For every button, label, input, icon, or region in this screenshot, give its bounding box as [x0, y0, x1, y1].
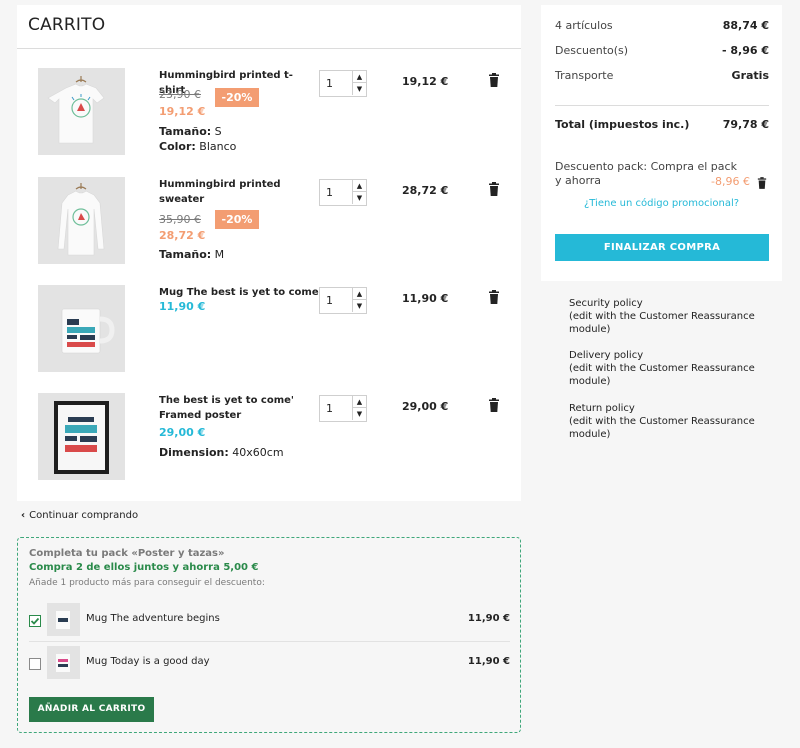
summary-total-label: Total (impuestos inc.): [555, 118, 690, 131]
product-name[interactable]: Mug The best is yet to come: [159, 285, 319, 300]
cart-item: Hummingbird printed sweater 35,90 € -20%…: [17, 177, 521, 285]
pack-product-price: 11,90 €: [467, 656, 510, 667]
promo-code-link[interactable]: ¿Tiene un código promocional?: [541, 198, 782, 209]
old-price: 23,90 €: [159, 88, 201, 101]
pack-title: Completa tu pack «Poster y tazas»: [29, 548, 225, 559]
reassurance-return: Return policy (edit with the Customer Re…: [541, 402, 781, 441]
quantity-down-icon[interactable]: ▼: [352, 83, 366, 95]
quantity-up-icon[interactable]: ▲: [352, 396, 366, 408]
trash-icon[interactable]: [488, 398, 500, 412]
trash-icon[interactable]: [488, 290, 500, 304]
quantity-stepper: ▲ ▼: [319, 395, 367, 422]
discount-badge: -20%: [215, 210, 259, 229]
quantity-input[interactable]: [320, 71, 352, 96]
line-total: 11,90 €: [402, 292, 449, 305]
attribute-size: Tamaño: M: [159, 248, 225, 261]
line-total: 29,00 €: [402, 400, 449, 413]
product-image-tshirt[interactable]: [38, 68, 125, 155]
quantity-stepper: ▲ ▼: [319, 287, 367, 314]
summary-divider: [555, 105, 769, 106]
current-price: 28,72 €: [159, 229, 206, 242]
cart-item: Mug The best is yet to come 11,90 € ▲ ▼ …: [17, 285, 521, 393]
reassurance-delivery: Delivery policy (edit with the Customer …: [541, 349, 781, 388]
reassurance-desc: (edit with the Customer Reassurance modu…: [569, 311, 755, 335]
pack-product-checkbox[interactable]: [29, 615, 41, 627]
quantity-up-icon[interactable]: ▲: [352, 288, 366, 300]
quantity-input[interactable]: [320, 288, 352, 313]
pack-divider: [29, 641, 510, 642]
pack-product-row: Mug Today is a good day 11,90 €: [29, 646, 510, 682]
reassurance-desc: (edit with the Customer Reassurance modu…: [569, 363, 755, 387]
reassurance-desc: (edit with the Customer Reassurance modu…: [569, 416, 755, 440]
product-image-sweater[interactable]: [38, 177, 125, 264]
pack-product-name: Mug Today is a good day: [86, 656, 210, 667]
pack-product-image[interactable]: [47, 603, 80, 636]
reassurance-title: Security policy: [569, 298, 643, 309]
attribute-dimension: Dimension: 40x60cm: [159, 446, 284, 459]
remove-discount-icon[interactable]: [757, 177, 767, 189]
product-name[interactable]: Hummingbird printed sweater: [159, 177, 319, 207]
cart-summary: 4 artículos 88,74 € Descuento(s) - 8,96 …: [541, 5, 782, 281]
checkout-button[interactable]: FINALIZAR COMPRA: [555, 234, 769, 261]
current-price: 19,12 €: [159, 105, 206, 118]
cart-item: The best is yet to come' Framed poster 2…: [17, 393, 521, 501]
pack-product-image[interactable]: [47, 646, 80, 679]
cart-divider: [17, 48, 521, 49]
pack-product-price: 11,90 €: [467, 613, 510, 624]
add-to-cart-button[interactable]: AÑADIR AL CARRITO: [29, 697, 154, 722]
pack-product-checkbox[interactable]: [29, 658, 41, 670]
quantity-down-icon[interactable]: ▼: [352, 192, 366, 204]
attribute-color: Color: Blanco: [159, 140, 237, 153]
reassurance-title: Delivery policy: [569, 350, 644, 361]
quantity-stepper: ▲ ▼: [319, 70, 367, 97]
quantity-input[interactable]: [320, 180, 352, 205]
continue-shopping-link[interactable]: ‹ Continuar comprando: [21, 510, 138, 521]
quantity-down-icon[interactable]: ▼: [352, 408, 366, 420]
line-total: 19,12 €: [402, 75, 449, 88]
cart-item: Hummingbird printed t-shirt 23,90 € -20%…: [17, 68, 521, 176]
trash-icon[interactable]: [488, 182, 500, 196]
product-image-mug[interactable]: [38, 285, 125, 372]
quantity-down-icon[interactable]: ▼: [352, 300, 366, 312]
quantity-up-icon[interactable]: ▲: [352, 180, 366, 192]
line-total: 28,72 €: [402, 184, 449, 197]
product-image-poster[interactable]: [38, 393, 125, 480]
pack-product-name: Mug The adventure begins: [86, 613, 220, 624]
reassurance-security: Security policy (edit with the Customer …: [541, 297, 781, 336]
continue-shopping-label: Continuar comprando: [29, 510, 139, 521]
quantity-stepper: ▲ ▼: [319, 179, 367, 206]
cart-title: CARRITO: [28, 15, 106, 35]
summary-shipping-label: Transporte: [555, 69, 614, 82]
product-name[interactable]: The best is yet to come' Framed poster: [159, 393, 319, 423]
cart-panel: CARRITO Hummingbird printed t-shirt 23,9…: [17, 5, 521, 501]
summary-items-value: 88,74 €: [722, 19, 769, 32]
pack-hint: Añade 1 producto más para conseguir el d…: [29, 578, 265, 588]
quantity-input[interactable]: [320, 396, 352, 421]
quantity-up-icon[interactable]: ▲: [352, 71, 366, 83]
summary-items-label: 4 artículos: [555, 19, 613, 32]
current-price: 11,90 €: [159, 300, 206, 313]
check-icon: [30, 617, 40, 625]
old-price: 35,90 €: [159, 213, 201, 226]
attribute-size: Tamaño: S: [159, 125, 222, 138]
pack-discount-value: -8,96 €: [711, 175, 750, 188]
pack-subtitle: Compra 2 de ellos juntos y ahorra 5,00 €: [29, 562, 259, 573]
summary-total-value: 79,78 €: [722, 118, 769, 131]
pack-product-row: Mug The adventure begins 11,90 €: [29, 603, 510, 639]
pack-box: Completa tu pack «Poster y tazas» Compra…: [17, 537, 521, 733]
summary-discount-label: Descuento(s): [555, 44, 629, 57]
discount-badge: -20%: [215, 88, 259, 107]
trash-icon[interactable]: [488, 73, 500, 87]
chevron-left-icon: ‹: [21, 510, 26, 521]
current-price: 29,00 €: [159, 426, 206, 439]
reassurance-title: Return policy: [569, 403, 635, 414]
summary-shipping-value: Gratis: [731, 69, 769, 82]
summary-discount-value: - 8,96 €: [721, 44, 769, 57]
